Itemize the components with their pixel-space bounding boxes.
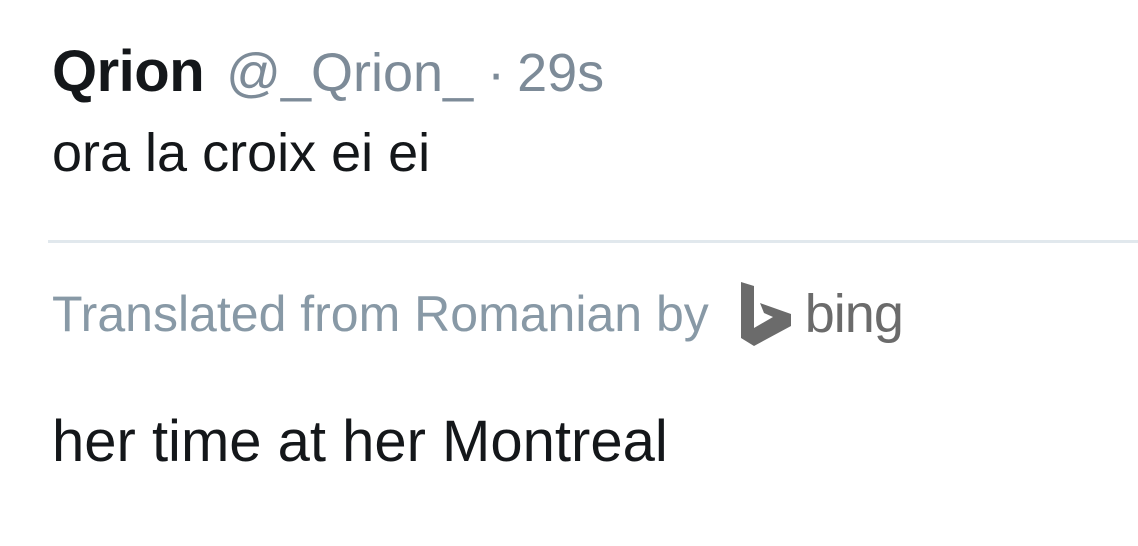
translation-attribution: Translated from Romanian by bing <box>52 280 904 348</box>
separator-dot: · <box>487 43 506 103</box>
tweet-header: Qrion @_Qrion_ · 29s <box>52 38 1138 118</box>
display-name[interactable]: Qrion <box>52 38 205 105</box>
user-handle[interactable]: @_Qrion_ <box>226 42 473 104</box>
bing-logo[interactable]: bing <box>737 280 904 348</box>
bing-wordmark: bing <box>804 284 904 344</box>
tweet-timestamp[interactable]: 29s <box>517 42 604 104</box>
tweet-text: ora la croix ei ei <box>52 123 431 183</box>
translated-from-label: Translated from Romanian by <box>52 286 709 342</box>
tweet: Qrion @_Qrion_ · 29s ora la croix ei ei <box>52 38 1138 184</box>
translated-text: her time at her Montreal <box>52 409 668 474</box>
bing-logo-icon <box>740 282 791 346</box>
divider <box>48 240 1138 243</box>
